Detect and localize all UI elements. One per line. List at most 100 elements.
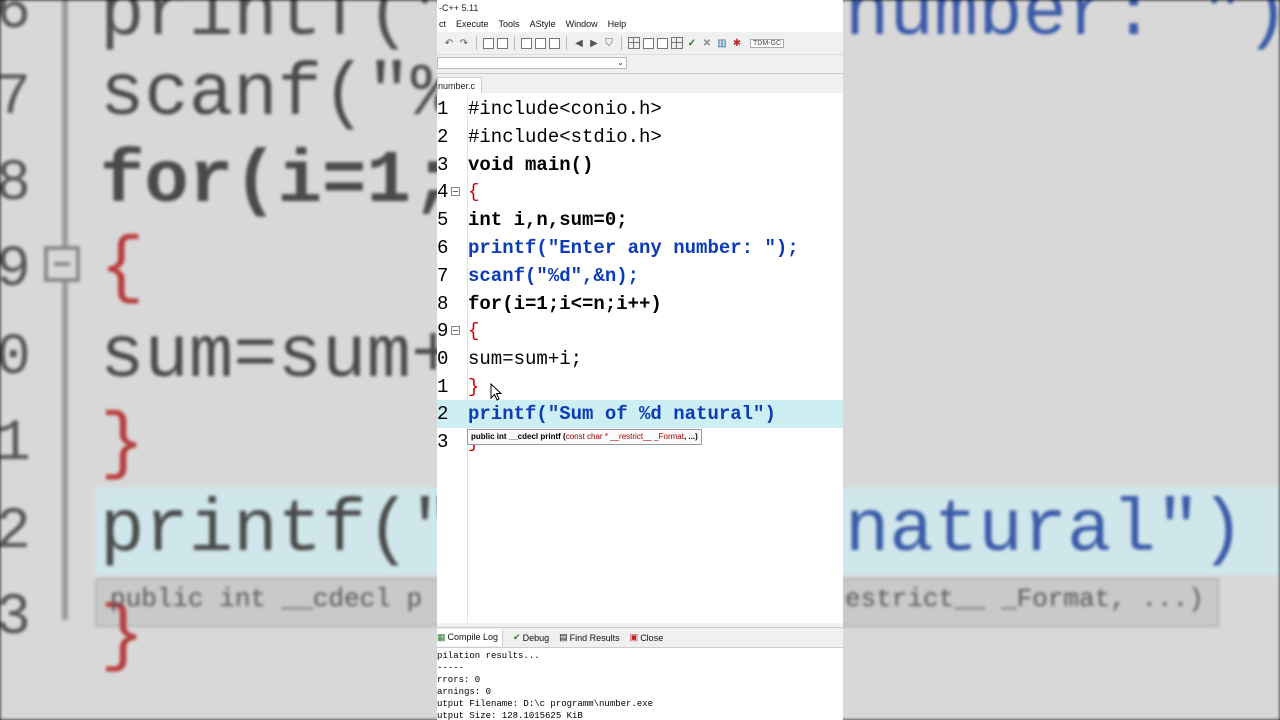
code-text-for: for(i=1;i<=n;i++) (468, 293, 662, 315)
tab-number-c[interactable]: number.c (437, 77, 483, 94)
code-line: 8 for(i=1;i<=n;i++) (437, 290, 843, 318)
window-icon[interactable] (643, 37, 654, 49)
toolbar-separator (514, 36, 515, 50)
fold-minus-icon[interactable] (451, 187, 460, 196)
zoom-line-number: 2 (0, 500, 31, 565)
redo-icon[interactable]: ↷ (458, 37, 470, 49)
menu-execute[interactable]: Execute (456, 17, 489, 32)
line-number: 2 (437, 403, 449, 425)
tab-debug[interactable]: ✔ Debug (513, 632, 549, 643)
log-line: ----- (437, 663, 465, 673)
code-line-active: 2 printf("Sum of %d natural") (437, 400, 843, 428)
hint-param: const char * __restrict__ _Format (565, 432, 684, 441)
code-text: int i,n,sum=0; (468, 206, 628, 234)
zoom-code-tail: number: "); (845, 0, 1280, 57)
code-line: 5 int i,n,sum=0; (437, 206, 843, 234)
bottom-panel-tabs: ▦ Compile Log ✔ Debug ▤ Find Results ▣ Close (437, 627, 843, 648)
code-text: #include<conio.h> (468, 98, 662, 120)
layout-icon[interactable] (657, 37, 668, 49)
menu-window[interactable]: Window (566, 17, 598, 32)
tab-compile-log[interactable]: ▦ Compile Log (437, 629, 504, 646)
code-text: #include<stdio.h> (468, 126, 662, 148)
code-line: 3 void main() (437, 151, 843, 179)
zoom-line-number: 8 (0, 152, 31, 217)
line-number: 3 (437, 431, 449, 453)
toolbar-separator (566, 36, 567, 50)
grid-icon: ▦ (437, 632, 446, 642)
bookmark-icon[interactable] (535, 37, 546, 49)
document-icon: ▤ (559, 632, 568, 642)
close-button[interactable]: ▣ Close (630, 632, 664, 643)
line-number: 7 (437, 265, 449, 287)
zoom-line-number: 1 (0, 412, 31, 477)
log-line: pilation results... (437, 651, 540, 661)
zoom-line-number: 0 (0, 326, 31, 391)
undo-icon[interactable]: ↶ (443, 37, 455, 49)
check-icon: ✔ (513, 632, 521, 642)
line-number: 2 (437, 126, 449, 148)
zoom-code: printf(" (100, 0, 456, 57)
toolbar-separator (476, 36, 477, 50)
debug-icon[interactable]: ✱ (731, 37, 743, 49)
tab-find-results[interactable]: ▤ Find Results (559, 632, 620, 643)
zoom-code: { (100, 227, 145, 311)
code-line: 7 scanf("%d",&n); (437, 262, 843, 290)
fold-minus-icon[interactable] (451, 326, 460, 335)
code-text: printf("Sum of %d natural") (468, 400, 776, 428)
log-line: utput Size: 128.1015625 KiB (437, 711, 583, 720)
line-number: 3 (437, 154, 449, 176)
zoom-code-tail: natural") (845, 489, 1245, 573)
forward-arrow-icon[interactable]: ▶ (588, 37, 600, 49)
ide-window: -C++ 5.11 ct Execute Tools AStyle Window… (437, 0, 843, 720)
hint-prefix: public int __cdecl printf ( (471, 432, 566, 441)
menu-tools[interactable]: Tools (499, 17, 520, 32)
zoom-code: } (100, 403, 145, 487)
code-text-decl: int i,n,sum=0; (468, 209, 628, 231)
line-number: 5 (437, 209, 449, 231)
file-tabs: number.c (437, 74, 843, 94)
code-editor[interactable]: 1 #include<conio.h> 2 #include<stdio.h> … (437, 93, 843, 623)
hint-suffix: , ...) (683, 432, 698, 441)
back-arrow-icon[interactable]: ◀ (573, 37, 585, 49)
code-line: 4 { (437, 178, 843, 206)
goto-icon[interactable] (521, 37, 532, 49)
zoom-line-number: 3 (0, 586, 31, 651)
code-line: 2 #include<stdio.h> (437, 123, 843, 151)
code-text: { (468, 181, 480, 203)
code-text-printf: printf("Enter any number: "); (468, 237, 799, 259)
tab-label: Compile Log (447, 632, 499, 642)
log-line: arnings: 0 (437, 687, 492, 697)
chevron-down-icon[interactable]: ⌄ (437, 57, 627, 69)
code-text: scanf("%d",&n); (468, 262, 639, 290)
zoom-gutter (62, 0, 68, 620)
toggle-icon[interactable] (549, 37, 560, 49)
cross-icon[interactable]: ✕ (701, 37, 713, 49)
class-icon[interactable] (671, 37, 683, 49)
menu-project[interactable]: ct (439, 17, 446, 32)
code-text: for(i=1;i<=n;i++) (468, 290, 662, 318)
code-text-scanf: scanf("%d",&n); (468, 265, 640, 287)
replace-icon[interactable] (497, 37, 508, 49)
shield-icon[interactable]: ⛉ (603, 37, 615, 49)
log-line: utput Filename: D:\c programm\number.exe (437, 699, 654, 709)
menu-astyle[interactable]: AStyle (530, 17, 556, 32)
close-icon: ▣ (629, 632, 639, 642)
code-text: } (468, 376, 480, 398)
find-icon[interactable] (483, 37, 494, 49)
line-number: 8 (437, 293, 449, 315)
code-line: 9 { (437, 317, 843, 345)
menu-help[interactable]: Help (608, 17, 627, 32)
compiler-select[interactable]: TDM-GC (750, 38, 784, 48)
menu-bar: ct Execute Tools AStyle Window Help (437, 17, 843, 32)
new-project-icon[interactable] (628, 37, 640, 49)
line-number: 1 (437, 98, 449, 120)
check-icon[interactable]: ✓ (686, 37, 698, 49)
code-line: 0 sum=sum+i; (437, 345, 843, 373)
code-text: printf("Enter any number: "); (468, 234, 799, 262)
line-number: 9 (437, 320, 449, 342)
code-text: sum=sum+i; (468, 348, 583, 370)
line-number: 6 (437, 237, 449, 259)
zoom-line-number: 6 (0, 0, 31, 45)
code-text-main: void main() (468, 154, 594, 176)
chart-icon[interactable]: ▥ (716, 37, 728, 49)
